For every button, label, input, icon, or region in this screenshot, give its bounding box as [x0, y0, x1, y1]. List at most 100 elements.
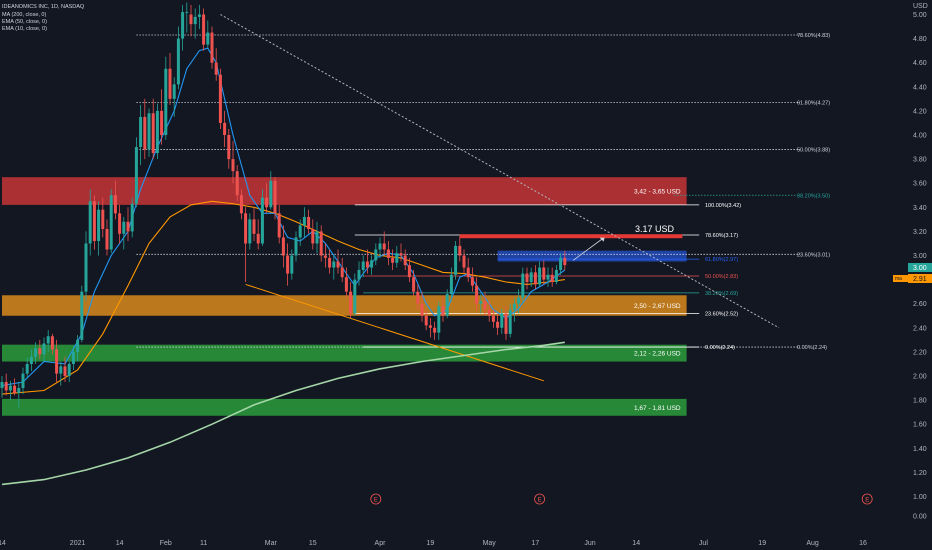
candle-112[interactable]: [470, 267, 474, 292]
candle-body: [328, 257, 332, 268]
candle-109[interactable]: [458, 236, 462, 262]
candle-20[interactable]: [84, 231, 88, 302]
candle-79[interactable]: [332, 255, 336, 280]
candle-53[interactable]: [223, 110, 227, 148]
candle-47[interactable]: [197, 4, 201, 29]
candle-14[interactable]: [59, 361, 63, 386]
candle-65[interactable]: [273, 177, 277, 220]
candle-94[interactable]: [395, 245, 399, 268]
candle-76[interactable]: [319, 225, 323, 262]
candle-41[interactable]: [172, 77, 176, 117]
candle-body: [491, 315, 495, 322]
candle-62[interactable]: [260, 189, 264, 246]
candle-64[interactable]: [269, 171, 273, 210]
y-tick-0: 5.00: [913, 12, 927, 19]
candle-66[interactable]: [277, 204, 281, 244]
candle-19[interactable]: [80, 285, 84, 343]
candle-102[interactable]: [428, 318, 432, 338]
candle-body: [151, 113, 155, 154]
legend-symbol[interactable]: IDEANOMICS INC, 1D, NASDAQ: [2, 4, 85, 10]
candle-5[interactable]: [21, 367, 25, 395]
candle-111[interactable]: [466, 257, 470, 283]
candle-body: [109, 195, 113, 250]
candle-3[interactable]: [13, 378, 17, 396]
legend-ema50[interactable]: EMA (50, close, 0): [2, 19, 47, 25]
candle-129[interactable]: [542, 260, 546, 285]
candle-39[interactable]: [164, 56, 168, 140]
candle-118[interactable]: [496, 313, 500, 336]
candle-103[interactable]: [433, 321, 437, 340]
candle-59[interactable]: [248, 213, 252, 250]
candle-36[interactable]: [151, 98, 155, 160]
candle-131[interactable]: [550, 267, 554, 287]
candle-23[interactable]: [97, 201, 101, 256]
legend-ma200[interactable]: MA (200, close, 0): [2, 12, 46, 18]
price-chart[interactable]: 3,42 - 3,65 USD 2,50 - 2,67 USD 2,12 - 2,2…: [0, 0, 932, 550]
candle-77[interactable]: [323, 243, 327, 268]
candle-72[interactable]: [302, 207, 306, 238]
target-level-bar[interactable]: [459, 234, 683, 239]
candle-81[interactable]: [340, 257, 344, 283]
candle-86[interactable]: [361, 255, 365, 278]
candle-52[interactable]: [218, 68, 222, 129]
candle-78[interactable]: [328, 249, 332, 274]
candle-48[interactable]: [202, 8, 206, 51]
candle-28[interactable]: [118, 204, 122, 244]
candle-43[interactable]: [181, 4, 185, 51]
candle-35[interactable]: [147, 108, 151, 157]
candle-49[interactable]: [206, 20, 210, 49]
candle-130[interactable]: [546, 267, 550, 287]
candle-92[interactable]: [386, 241, 390, 266]
candle-127[interactable]: [533, 265, 537, 290]
candle-96[interactable]: [403, 249, 407, 270]
candle-45[interactable]: [189, 4, 193, 37]
candle-30[interactable]: [126, 207, 130, 242]
candle-33[interactable]: [139, 104, 143, 166]
candle-25[interactable]: [105, 219, 109, 256]
candle-40[interactable]: [168, 53, 172, 105]
candle-16[interactable]: [67, 361, 71, 383]
candle-88[interactable]: [370, 255, 374, 275]
candle-68[interactable]: [286, 243, 290, 286]
legend-ema10[interactable]: EMA (10, close, 0): [2, 26, 47, 32]
candle-128[interactable]: [538, 261, 542, 287]
candle-42[interactable]: [176, 26, 180, 90]
candle-89[interactable]: [374, 243, 378, 266]
candle-106[interactable]: [445, 289, 449, 319]
candle-104[interactable]: [437, 301, 441, 340]
candle-108[interactable]: [454, 241, 458, 280]
candle-125[interactable]: [525, 267, 529, 290]
candle-84[interactable]: [353, 273, 357, 316]
candle-44[interactable]: [185, 2, 189, 33]
candle-26[interactable]: [109, 189, 113, 254]
candle-46[interactable]: [193, 8, 197, 39]
candle-83[interactable]: [349, 282, 353, 319]
candle-75[interactable]: [315, 221, 319, 254]
candle-51[interactable]: [214, 48, 218, 81]
candle-32[interactable]: [134, 137, 138, 208]
candle-37[interactable]: [155, 103, 159, 160]
candle-61[interactable]: [256, 219, 260, 250]
candle-80[interactable]: [336, 249, 340, 274]
candle-1[interactable]: [4, 373, 8, 396]
candle-29[interactable]: [122, 216, 126, 250]
candle-74[interactable]: [311, 219, 315, 250]
candle-132[interactable]: [554, 265, 558, 285]
candle-22[interactable]: [92, 195, 96, 250]
candle-93[interactable]: [391, 249, 395, 270]
candle-34[interactable]: [143, 98, 147, 160]
zone-0[interactable]: [2, 177, 687, 205]
candle-60[interactable]: [252, 207, 256, 242]
candle-55[interactable]: [231, 141, 235, 184]
candle-58[interactable]: [244, 207, 248, 283]
candle-50[interactable]: [210, 26, 214, 69]
candle-54[interactable]: [227, 128, 231, 169]
time-axis[interactable]: [0, 533, 932, 550]
zone-1[interactable]: [2, 295, 687, 316]
candle-110[interactable]: [462, 249, 466, 274]
zone-label-3: 1,67 - 1,81 USD: [634, 405, 681, 412]
candle-73[interactable]: [307, 209, 311, 234]
zone-3[interactable]: [2, 398, 687, 416]
candle-body: [134, 147, 138, 204]
candle-70[interactable]: [294, 231, 298, 262]
